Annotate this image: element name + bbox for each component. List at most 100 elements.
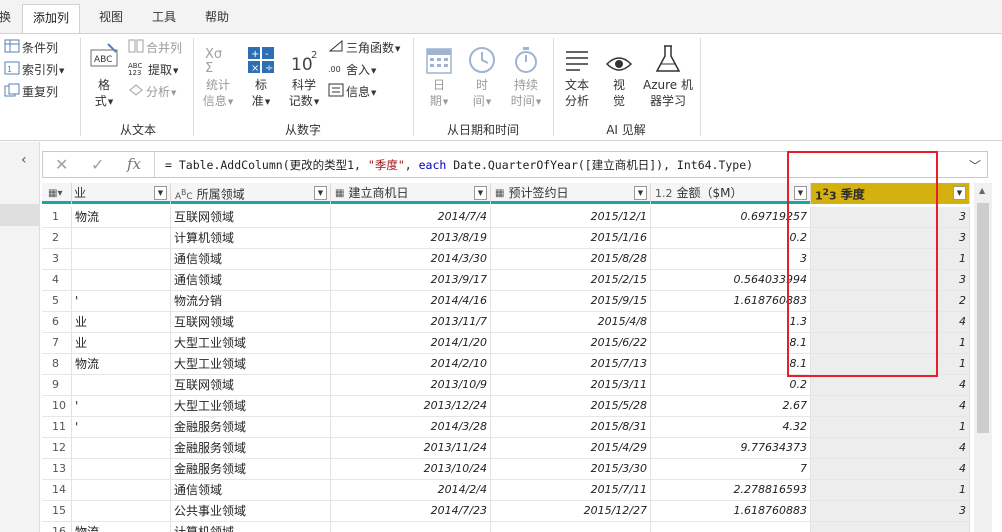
trigonometry-button[interactable]: 三角函数▼ [328, 38, 400, 58]
quarter-cell[interactable]: 1 [811, 249, 970, 269]
signing-date-cell[interactable]: 2015/9/15 [491, 291, 651, 311]
column-header-signing-date[interactable]: ▦ 预计签约日 ▼ [491, 183, 651, 204]
industry-cell[interactable]: 业 [72, 312, 171, 332]
amount-cell[interactable]: 2.67 [651, 396, 811, 416]
industry-cell[interactable] [72, 375, 171, 395]
table-row[interactable]: 12 金融服务领域 2013/11/24 2015/4/29 9.77634373 4 [42, 438, 970, 459]
domain-cell[interactable]: 金融服务领域 [171, 459, 331, 479]
quarter-cell[interactable]: 3 [811, 501, 970, 521]
signing-date-cell[interactable]: 2015/1/16 [491, 228, 651, 248]
quarter-cell[interactable]: 4 [811, 312, 970, 332]
domain-cell[interactable]: 金融服务领域 [171, 438, 331, 458]
index-column-button[interactable]: 1 索引列▼ [4, 60, 64, 80]
row-number-cell[interactable]: 11 [42, 417, 72, 437]
vision-button[interactable]: 视觉 [600, 38, 638, 109]
opportunity-date-cell[interactable]: 2014/3/28 [331, 417, 491, 437]
industry-cell[interactable] [72, 249, 171, 269]
row-number-cell[interactable]: 15 [42, 501, 72, 521]
column-header-opportunity-date[interactable]: ▦ 建立商机日 ▼ [331, 183, 491, 204]
text-analytics-button[interactable]: 文本 分析 [558, 38, 596, 109]
filter-dropdown-icon[interactable]: ▼ [314, 186, 327, 200]
amount-cell[interactable]: 3 [651, 249, 811, 269]
quarter-cell[interactable]: 1 [811, 480, 970, 500]
quarter-cell[interactable]: 1 [811, 333, 970, 353]
table-row[interactable]: 9 互联网领域 2013/10/9 2015/3/11 0.2 4 [42, 375, 970, 396]
filter-dropdown-icon[interactable]: ▼ [794, 186, 807, 200]
table-row[interactable]: 4 通信领域 2013/9/17 2015/2/15 0.564033994 3 [42, 270, 970, 291]
formula-input[interactable]: = Table.AddColumn(更改的类型1, "季度", each Dat… [165, 157, 753, 173]
date-type-icon[interactable]: ▦ [335, 184, 344, 204]
filter-dropdown-icon[interactable]: ▼ [154, 186, 167, 200]
table-row[interactable]: 2 计算机领域 2013/8/19 2015/1/16 0.2 3 [42, 228, 970, 249]
opportunity-date-cell[interactable]: 2013/11/24 [331, 438, 491, 458]
duration-button[interactable]: 持续 时间▼ [506, 38, 546, 110]
quarter-cell[interactable] [811, 522, 970, 532]
industry-cell[interactable]: 物流 [72, 354, 171, 374]
industry-cell[interactable] [72, 501, 171, 521]
integer-type-icon[interactable]: 123 [815, 183, 837, 204]
signing-date-cell[interactable]: 2015/5/28 [491, 396, 651, 416]
standard-button[interactable]: + - × ÷ 标准▼ [242, 38, 280, 110]
cancel-icon[interactable]: ✕ [55, 155, 68, 174]
quarter-cell[interactable]: 2 [811, 291, 970, 311]
table-row[interactable]: 10 ' 大型工业领域 2013/12/24 2015/5/28 2.67 4 [42, 396, 970, 417]
row-number-cell[interactable]: 8 [42, 354, 72, 374]
industry-cell[interactable] [72, 270, 171, 290]
domain-cell[interactable]: 公共事业领域 [171, 501, 331, 521]
domain-cell[interactable]: 大型工业领域 [171, 354, 331, 374]
table-row[interactable]: 15 公共事业领域 2014/7/23 2015/12/27 1.618760883 3 [42, 501, 970, 522]
statistics-button[interactable]: Xσ Σ 统计 信息▼ [198, 38, 238, 110]
signing-date-cell[interactable]: 2015/4/29 [491, 438, 651, 458]
quarter-cell[interactable]: 3 [811, 270, 970, 290]
scientific-button[interactable]: 10 2 科学 记数▼ [284, 38, 324, 110]
industry-cell[interactable] [72, 459, 171, 479]
column-header-industry[interactable]: 业 ▼ [72, 183, 171, 204]
row-number-cell[interactable]: 3 [42, 249, 72, 269]
table-row[interactable]: 13 金融服务领域 2013/10/24 2015/3/30 7 4 [42, 459, 970, 480]
industry-cell[interactable] [72, 228, 171, 248]
chevron-left-icon[interactable]: ‹ [21, 152, 27, 168]
date-button[interactable]: 日期▼ [420, 38, 458, 110]
industry-cell[interactable]: ' [72, 417, 171, 437]
table-row[interactable]: 8 物流 大型工业领域 2014/2/10 2015/7/13 8.1 1 [42, 354, 970, 375]
opportunity-date-cell[interactable]: 2014/7/4 [331, 207, 491, 227]
signing-date-cell[interactable]: 2015/7/13 [491, 354, 651, 374]
row-number-cell[interactable]: 7 [42, 333, 72, 353]
industry-cell[interactable]: 物流 [72, 207, 171, 227]
industry-cell[interactable]: 物流 [72, 522, 171, 532]
table-row[interactable]: 14 通信领域 2014/2/4 2015/7/11 2.278816593 1 [42, 480, 970, 501]
signing-date-cell[interactable]: 2015/8/28 [491, 249, 651, 269]
domain-cell[interactable]: 大型工业领域 [171, 333, 331, 353]
amount-cell[interactable]: 0.564033994 [651, 270, 811, 290]
industry-cell[interactable] [72, 438, 171, 458]
merge-columns-button[interactable]: 合并列 [128, 38, 182, 58]
signing-date-cell[interactable] [491, 522, 651, 532]
amount-cell[interactable]: 8.1 [651, 354, 811, 374]
table-row[interactable]: 1 物流 互联网领域 2014/7/4 2015/12/1 0.69719257 3 [42, 207, 970, 228]
tab-add-column[interactable]: 添加列 [22, 4, 80, 33]
domain-cell[interactable]: 计算机领域 [171, 522, 331, 532]
signing-date-cell[interactable]: 2015/3/30 [491, 459, 651, 479]
chevron-down-icon[interactable]: ﹀ [969, 157, 981, 174]
quarter-cell[interactable]: 4 [811, 438, 970, 458]
domain-cell[interactable]: 互联网领域 [171, 312, 331, 332]
fx-icon[interactable]: fx [127, 155, 141, 173]
amount-cell[interactable]: 1.3 [651, 312, 811, 332]
row-number-cell[interactable]: 9 [42, 375, 72, 395]
filter-dropdown-icon[interactable]: ▼ [474, 186, 487, 200]
domain-cell[interactable]: 通信领域 [171, 480, 331, 500]
row-number-cell[interactable]: 16 [42, 522, 72, 532]
filter-dropdown-icon[interactable]: ▼ [953, 186, 966, 200]
amount-cell[interactable]: 0.2 [651, 228, 811, 248]
selected-query-indicator[interactable] [0, 204, 40, 226]
parse-button[interactable]: 分析▼ [128, 82, 176, 102]
row-number-cell[interactable]: 1 [42, 207, 72, 227]
column-header-amount[interactable]: 1.2 金额（$M） ▼ [651, 183, 811, 204]
quarter-cell[interactable]: 4 [811, 459, 970, 479]
quarter-cell[interactable]: 4 [811, 396, 970, 416]
domain-cell[interactable]: 通信领域 [171, 249, 331, 269]
row-number-cell[interactable]: 6 [42, 312, 72, 332]
opportunity-date-cell[interactable] [331, 522, 491, 532]
row-number-cell[interactable]: 2 [42, 228, 72, 248]
amount-cell[interactable]: 1.618760883 [651, 291, 811, 311]
